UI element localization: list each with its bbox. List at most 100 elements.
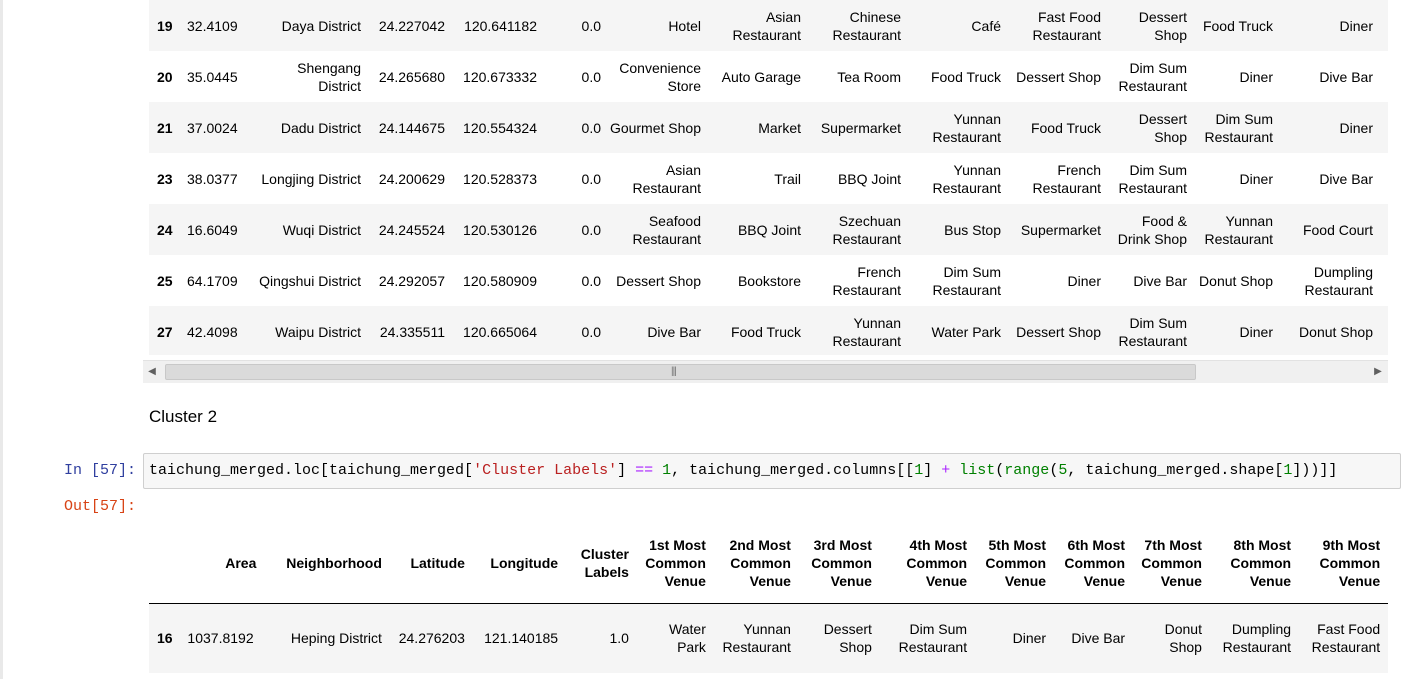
row-index-cell: 21 <box>157 119 173 136</box>
cluster-label-cell: 0.0 <box>581 221 601 238</box>
venue-cell: Dumpling Restaurant <box>1222 621 1292 656</box>
scroll-right-arrow-icon[interactable]: ▶ <box>1371 365 1385 379</box>
venue-cell: Dumpling Restaurant <box>1304 263 1373 298</box>
horizontal-scrollbar[interactable]: ◀ ||| ▶ <box>143 360 1388 383</box>
code-token: ] <box>617 462 636 479</box>
venue-cell: Dive Bar <box>647 323 701 340</box>
venue-cell: Food Court <box>1302 221 1373 238</box>
scrollbar-thumb[interactable]: ||| <box>165 364 1196 380</box>
code-token: , taichung_merged.columns[[ <box>671 462 915 479</box>
venue-cell: Diner <box>1239 68 1273 85</box>
venue-cell: Dive Bar <box>1319 68 1373 85</box>
venue-cell: Water Park <box>931 323 1002 340</box>
table-row: 24 16.6049 Wuqi District 24.245524 120.53012… <box>149 204 1388 255</box>
neighborhood-cell: Dadu District <box>280 119 361 136</box>
cluster1-table: 19 32.4109 Daya District 24.227042 120.64118… <box>149 0 1388 355</box>
latitude-cell: 24.292057 <box>378 272 445 289</box>
output-prompt: Out[57]: <box>64 498 137 515</box>
longitude-cell: 120.665064 <box>463 323 537 340</box>
truncated-venue-cell <box>1377 51 1388 102</box>
cluster1-table-body: 19 32.4109 Daya District 24.227042 120.64118… <box>149 0 1388 355</box>
venue-cell: Market <box>758 119 801 136</box>
venue-cell: Supermarket <box>820 119 901 136</box>
venue-cell: Food & Drink Shop <box>1117 212 1187 247</box>
column-header: Neighborhood <box>260 523 386 604</box>
table-row: 27 42.4098 Waipu District 24.335511 120.6650… <box>149 306 1388 355</box>
column-header: 6th Most Common Venue <box>1050 523 1130 604</box>
column-header: 8th Most Common Venue <box>1205 523 1296 604</box>
code-string-token: 'Cluster Labels' <box>473 462 618 479</box>
neighborhood-cell: Shengang District <box>297 59 361 94</box>
truncated-venue-cell: F <box>1377 255 1388 306</box>
scrollbar-grip-icon: ||| <box>671 366 677 377</box>
code-number-token: 1 <box>662 462 672 479</box>
table-row: 20 35.0445 Shengang District 24.265680 120.6… <box>149 51 1388 102</box>
venue-cell: Bookstore <box>737 272 801 289</box>
code-token: ] <box>923 462 942 479</box>
cluster1-dataframe-output: 19 32.4109 Daya District 24.227042 120.64118… <box>149 0 1388 355</box>
venue-cell: Trail <box>774 170 801 187</box>
venue-cell: Convenience Store <box>619 59 701 94</box>
venue-cell: Yunnan Restaurant <box>932 110 1001 145</box>
truncated-venue-cell <box>1377 102 1388 153</box>
table-row: 19 32.4109 Daya District 24.227042 120.64118… <box>149 0 1388 51</box>
venue-cell: Dim Sum Restaurant <box>1118 314 1187 349</box>
venue-cell: Diner <box>1067 272 1101 289</box>
venue-cell: Yunnan Restaurant <box>1204 212 1273 247</box>
cluster-label-cell: 0.0 <box>581 68 601 85</box>
column-header: Longitude <box>468 523 563 604</box>
column-header: 3rd Most Common Venue <box>794 523 876 604</box>
venue-cell: Dessert Shop <box>616 272 701 289</box>
column-header: 7th Most Common Venue <box>1129 523 1206 604</box>
table-row: 16 1037.8192 Heping District 24.276203 121.1… <box>149 603 1388 673</box>
venue-cell: Dessert Shop <box>1138 8 1187 43</box>
row-index-cell: 27 <box>157 323 173 340</box>
column-header: Cluster Labels <box>562 523 633 604</box>
code-token: , taichung_merged.shape[ <box>1067 462 1284 479</box>
cluster-label-cell: 0.0 <box>581 272 601 289</box>
venue-cell: Dive Bar <box>1071 630 1126 647</box>
table-row: 23 38.0377 Longjing District 24.200629 120.5… <box>149 153 1388 204</box>
venue-cell: BBQ Joint <box>737 221 801 238</box>
venue-cell: Dim Sum Restaurant <box>1118 59 1187 94</box>
venue-cell: Diner <box>1239 170 1273 187</box>
scroll-left-arrow-icon[interactable]: ◀ <box>145 365 159 379</box>
table-row: 21 37.0024 Dadu District 24.144675 120.55432… <box>149 102 1388 153</box>
venue-cell: Yunnan Restaurant <box>832 314 901 349</box>
latitude-cell: 24.144675 <box>378 119 445 136</box>
cluster-label-cell: 0.0 <box>581 170 601 187</box>
code-token: ]))]] <box>1292 462 1338 479</box>
neighborhood-cell: Qingshui District <box>259 272 361 289</box>
venue-cell: Dive Bar <box>1319 170 1373 187</box>
row-index-cell: 19 <box>157 17 173 34</box>
venue-cell: Donut Shop <box>1164 621 1202 656</box>
code-operator-token: + <box>941 462 951 479</box>
index-header-cell <box>149 523 184 604</box>
longitude-cell: 120.528373 <box>463 170 537 187</box>
area-cell: 42.4098 <box>187 323 238 340</box>
truncated-venue-cell <box>1377 153 1388 204</box>
latitude-cell: 24.335511 <box>379 323 445 340</box>
venue-cell: Asian Restaurant <box>632 161 701 196</box>
area-cell: 1037.8192 <box>187 630 254 647</box>
venue-cell: Water Park <box>669 621 706 656</box>
neighborhood-cell: Waipu District <box>275 323 361 340</box>
code-number-token: 5 <box>1058 462 1068 479</box>
venue-cell: Dessert Shop <box>1138 110 1187 145</box>
venue-cell: Dim Sum Restaurant <box>932 263 1001 298</box>
venue-cell: Dim Sum Restaurant <box>898 621 968 656</box>
venue-cell: Food Truck <box>1030 119 1101 136</box>
code-cell-editor[interactable]: taichung_merged.loc[taichung_merged['Clu… <box>143 453 1401 489</box>
neighborhood-cell: Heping District <box>290 630 382 647</box>
venue-cell: Tea Room <box>837 68 901 85</box>
venue-cell: Diner <box>1339 17 1373 34</box>
venue-cell: Asian Restaurant <box>732 8 801 43</box>
venue-cell: Yunnan Restaurant <box>932 161 1001 196</box>
column-header: Area <box>183 523 261 604</box>
column-header: 1st Most Common Venue <box>632 523 710 604</box>
column-header: Latitude <box>385 523 469 604</box>
venue-cell: French Restaurant <box>832 263 901 298</box>
venue-cell: Fast Food Restaurant <box>1311 621 1381 656</box>
longitude-cell: 120.641182 <box>464 17 537 34</box>
